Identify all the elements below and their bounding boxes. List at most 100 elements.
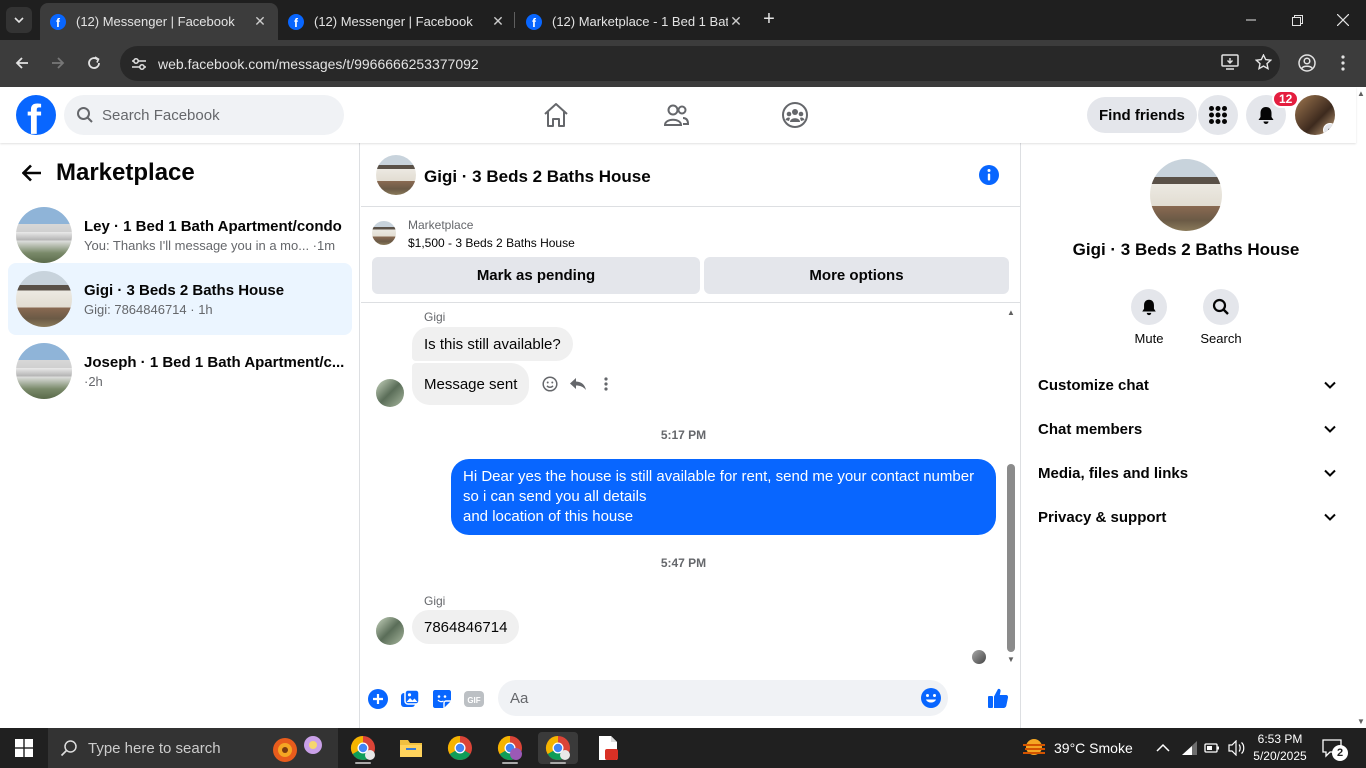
tab-search-button[interactable] bbox=[6, 7, 32, 33]
taskbar-file-explorer[interactable] bbox=[391, 732, 431, 764]
message-bubble-incoming[interactable]: 7864846714 bbox=[412, 610, 520, 644]
back-button[interactable] bbox=[11, 52, 33, 74]
browser-tab-2[interactable]: f (12) Messenger | Facebook ✕ bbox=[278, 3, 516, 40]
nav-friends[interactable] bbox=[656, 95, 696, 135]
taskbar-pdf-reader[interactable] bbox=[588, 732, 628, 764]
like-button[interactable] bbox=[987, 687, 1009, 709]
profile-button[interactable] bbox=[1296, 52, 1318, 74]
profile-avatar[interactable] bbox=[1150, 159, 1222, 231]
message-options-button[interactable] bbox=[597, 375, 615, 393]
mute-action[interactable]: Mute bbox=[1119, 289, 1179, 346]
notification-center-button[interactable]: 2 bbox=[1322, 728, 1348, 768]
search-action[interactable]: Search bbox=[1191, 289, 1251, 346]
system-clock[interactable]: 6:53 PM 5/20/2025 bbox=[1250, 731, 1310, 765]
listing-thumbnail[interactable] bbox=[372, 221, 396, 245]
gif-button[interactable]: GIF bbox=[463, 688, 485, 710]
sticker-button[interactable] bbox=[431, 688, 453, 710]
message-line: so i can send you all details bbox=[463, 488, 647, 505]
close-tab-icon[interactable]: ✕ bbox=[490, 13, 506, 30]
scrollbar-thumb[interactable] bbox=[1007, 464, 1015, 652]
chat-members-section[interactable]: Chat members bbox=[1030, 407, 1342, 451]
privacy-support-section[interactable]: Privacy & support bbox=[1030, 495, 1342, 539]
taskbar-search[interactable]: Type here to search bbox=[48, 728, 338, 768]
close-tab-icon[interactable]: ✕ bbox=[728, 13, 744, 30]
message-input[interactable] bbox=[510, 689, 910, 707]
message-bubble-outgoing[interactable]: Hi Dear yes the house is still available… bbox=[451, 459, 996, 535]
info-button[interactable] bbox=[978, 164, 1000, 186]
customize-chat-section[interactable]: Customize chat bbox=[1030, 363, 1342, 407]
facebook-logo[interactable]: f bbox=[16, 95, 56, 135]
facebook-search[interactable] bbox=[64, 95, 344, 135]
reload-button[interactable] bbox=[83, 52, 105, 74]
network-icon[interactable] bbox=[1181, 728, 1199, 768]
sender-avatar[interactable] bbox=[376, 617, 404, 645]
gif-icon: GIF bbox=[464, 691, 484, 707]
taskbar-chrome-profile-2[interactable] bbox=[490, 732, 530, 764]
search-in-chat-button[interactable] bbox=[1203, 289, 1239, 325]
attach-photo-button[interactable] bbox=[399, 688, 421, 710]
search-input[interactable] bbox=[102, 106, 322, 124]
browser-tab-3[interactable]: f (12) Marketplace - 1 Bed 1 Bath ✕ bbox=[516, 3, 754, 40]
find-friends-button[interactable]: Find friends bbox=[1087, 97, 1197, 133]
chat-title[interactable]: Gigi · 3 Beds 2 Baths House bbox=[424, 167, 651, 187]
show-hidden-icons[interactable] bbox=[1156, 728, 1170, 768]
close-window-button[interactable] bbox=[1320, 0, 1366, 40]
kebab-menu-icon bbox=[1341, 55, 1345, 71]
message-bubble-incoming[interactable]: Message sent bbox=[412, 363, 530, 405]
media-files-links-section[interactable]: Media, files and links bbox=[1030, 451, 1342, 495]
nav-groups[interactable] bbox=[775, 95, 815, 135]
conversation-item-selected[interactable]: Gigi · 3 Beds 2 Baths House Gigi: 786484… bbox=[8, 263, 352, 335]
message-input-wrapper[interactable] bbox=[498, 680, 948, 716]
scroll-up-arrow-icon[interactable]: ▲ bbox=[1357, 89, 1365, 98]
message-bubble-incoming[interactable]: Is this still available? bbox=[412, 327, 573, 361]
forward-button[interactable] bbox=[47, 52, 69, 74]
menu-button[interactable] bbox=[1198, 95, 1238, 135]
new-tab-button[interactable]: + bbox=[758, 8, 780, 30]
chat-avatar[interactable] bbox=[376, 155, 416, 195]
conversation-preview: ·2h bbox=[84, 373, 103, 389]
taskbar-chrome-profile-1[interactable] bbox=[343, 732, 383, 764]
tab-title: (12) Messenger | Facebook bbox=[76, 14, 235, 29]
nav-home[interactable] bbox=[536, 95, 576, 135]
listing-thumbnail bbox=[16, 207, 72, 263]
mute-button[interactable] bbox=[1131, 289, 1167, 325]
taskbar-chrome-active[interactable] bbox=[538, 732, 578, 764]
bookmark-star-icon[interactable] bbox=[1254, 53, 1273, 74]
mark-as-pending-button[interactable]: Mark as pending bbox=[372, 257, 700, 294]
browser-tab-1[interactable]: f (12) Messenger | Facebook ✕ bbox=[40, 3, 278, 40]
volume-icon[interactable] bbox=[1228, 728, 1246, 768]
browser-menu-button[interactable] bbox=[1332, 52, 1354, 74]
battery-icon[interactable] bbox=[1204, 728, 1222, 768]
start-button[interactable] bbox=[0, 728, 48, 768]
chevron-down-icon bbox=[1324, 469, 1336, 477]
listing-price-title[interactable]: $1,500 - 3 Beds 2 Baths House bbox=[408, 236, 575, 250]
conversation-item[interactable]: Ley · 1 Bed 1 Bath Apartment/condo You: … bbox=[8, 199, 352, 271]
scroll-down-arrow-icon[interactable]: ▼ bbox=[1357, 717, 1365, 726]
scroll-up-arrow-icon[interactable]: ▲ bbox=[1007, 308, 1015, 317]
emoji-icon[interactable] bbox=[920, 687, 942, 709]
account-circle-icon bbox=[1298, 54, 1316, 72]
conversation-item[interactable]: Joseph · 1 Bed 1 Bath Apartment/c... ·2h bbox=[8, 335, 352, 407]
more-options-button[interactable]: More options bbox=[704, 257, 1009, 294]
minimize-button[interactable] bbox=[1228, 0, 1274, 40]
listing-thumbnail bbox=[16, 271, 72, 327]
scroll-down-arrow-icon[interactable]: ▼ bbox=[1007, 655, 1015, 664]
message-scrollbar[interactable]: ▲ ▼ bbox=[1005, 304, 1017, 668]
install-app-icon[interactable] bbox=[1221, 54, 1239, 74]
address-bar[interactable]: web.facebook.com/messages/t/996666625337… bbox=[120, 46, 1280, 81]
plug-battery-icon bbox=[1204, 743, 1219, 753]
close-tab-icon[interactable]: ✕ bbox=[252, 13, 268, 30]
more-actions-button[interactable] bbox=[367, 688, 389, 710]
sender-avatar[interactable] bbox=[376, 379, 404, 407]
timestamp-divider: 5:17 PM bbox=[660, 428, 707, 442]
react-button[interactable] bbox=[541, 375, 559, 393]
account-avatar[interactable]: ▾ bbox=[1295, 95, 1335, 135]
weather-widget[interactable]: 39°C Smoke bbox=[1022, 728, 1133, 768]
taskbar-chrome[interactable] bbox=[440, 732, 480, 764]
back-arrow-button[interactable] bbox=[16, 157, 48, 189]
arrow-right-icon bbox=[52, 57, 65, 69]
reply-button[interactable] bbox=[569, 375, 587, 393]
site-info-icon[interactable] bbox=[130, 55, 148, 73]
page-scrollbar[interactable]: ▲ ▼ bbox=[1356, 87, 1366, 728]
restore-button[interactable] bbox=[1274, 0, 1320, 40]
